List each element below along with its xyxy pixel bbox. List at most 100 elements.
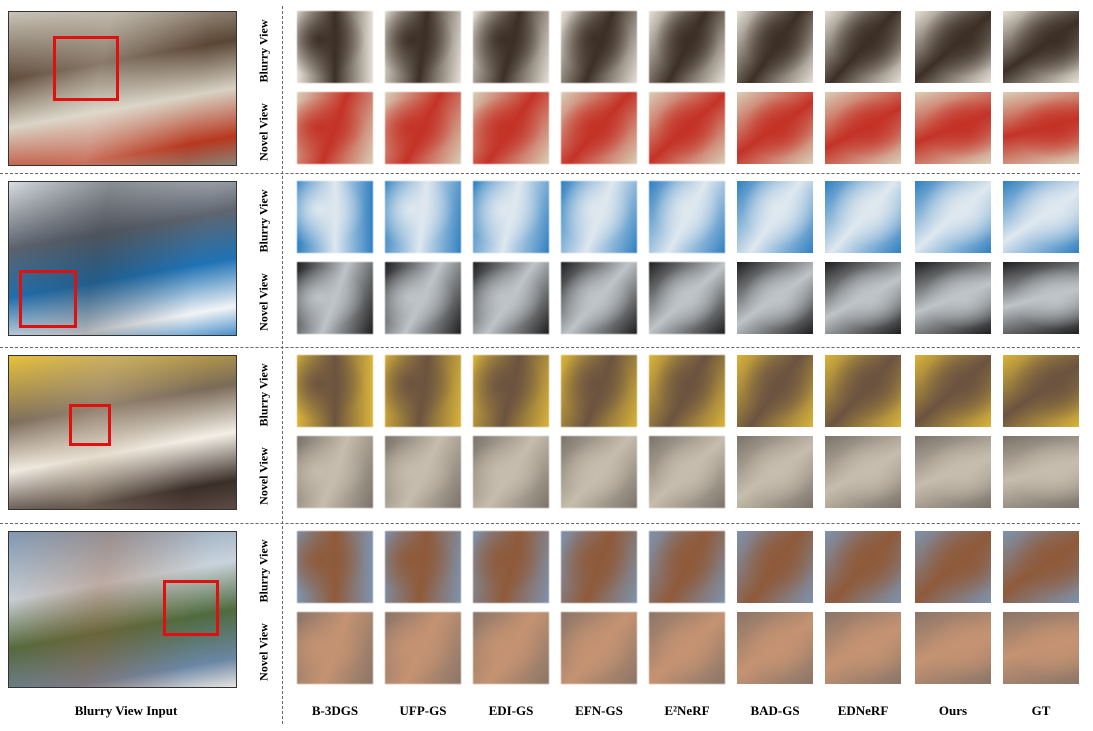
row-label: Blurry View bbox=[254, 531, 274, 611]
method-label: EDNeRF bbox=[837, 703, 889, 718]
scene-separator bbox=[0, 347, 1080, 348]
result-crop bbox=[561, 92, 637, 164]
result-crop bbox=[561, 181, 637, 253]
result-crop bbox=[825, 92, 901, 164]
row-label: Blurry View bbox=[254, 11, 274, 91]
result-crop bbox=[737, 612, 813, 684]
result-crop bbox=[915, 11, 991, 83]
result-crop bbox=[561, 612, 637, 684]
comparison-figure: Blurry View Novel View Blurry View Novel Vi… bbox=[0, 0, 1093, 731]
result-crop bbox=[297, 181, 373, 253]
result-crop bbox=[737, 531, 813, 603]
result-crop bbox=[915, 92, 991, 164]
result-crop bbox=[297, 436, 373, 508]
result-crop bbox=[297, 531, 373, 603]
row-label: Novel View bbox=[254, 436, 274, 516]
scene-separator bbox=[0, 523, 1080, 524]
scene-separator bbox=[0, 173, 1080, 174]
row-label: Novel View bbox=[254, 262, 274, 342]
method-label: B-3DGS bbox=[311, 703, 359, 718]
result-crop bbox=[473, 436, 549, 508]
highlight-box bbox=[163, 580, 219, 636]
result-crop bbox=[649, 181, 725, 253]
result-crop bbox=[561, 262, 637, 334]
result-crop bbox=[297, 612, 373, 684]
result-crop bbox=[1003, 92, 1079, 164]
result-crop bbox=[297, 11, 373, 83]
result-crop bbox=[1003, 531, 1079, 603]
result-crop bbox=[1003, 355, 1079, 427]
result-crop bbox=[473, 262, 549, 334]
result-crop bbox=[915, 262, 991, 334]
result-crop bbox=[385, 11, 461, 83]
row-label-text: Novel View bbox=[256, 273, 271, 331]
method-label: EDI-GS bbox=[488, 703, 534, 718]
result-crop bbox=[297, 355, 373, 427]
result-crop bbox=[649, 262, 725, 334]
row-label-text: Novel View bbox=[256, 623, 271, 681]
result-crop bbox=[649, 531, 725, 603]
result-crop bbox=[737, 11, 813, 83]
blurry-input-image bbox=[8, 355, 237, 510]
result-crop bbox=[825, 181, 901, 253]
result-crop bbox=[825, 355, 901, 427]
result-crop bbox=[473, 531, 549, 603]
result-crop bbox=[385, 436, 461, 508]
result-crop bbox=[825, 436, 901, 508]
method-label: EFN-GS bbox=[575, 703, 623, 718]
row-label-text: Blurry View bbox=[256, 19, 271, 83]
result-crop bbox=[473, 11, 549, 83]
result-crop bbox=[1003, 262, 1079, 334]
result-crop bbox=[915, 531, 991, 603]
result-crop bbox=[385, 92, 461, 164]
blurry-input-image bbox=[8, 11, 237, 166]
result-crop bbox=[297, 262, 373, 334]
result-crop bbox=[473, 355, 549, 427]
result-crop bbox=[825, 531, 901, 603]
result-crop bbox=[649, 612, 725, 684]
result-crop bbox=[1003, 11, 1079, 83]
result-crop bbox=[561, 355, 637, 427]
result-crop bbox=[915, 436, 991, 508]
input-column-label: Blurry View Input bbox=[74, 703, 178, 718]
result-crop bbox=[385, 355, 461, 427]
row-label-text: Novel View bbox=[256, 103, 271, 161]
result-crop bbox=[473, 181, 549, 253]
input-separator bbox=[282, 6, 283, 724]
result-crop bbox=[473, 92, 549, 164]
highlight-box bbox=[53, 36, 119, 101]
result-crop bbox=[385, 531, 461, 603]
row-label: Blurry View bbox=[254, 355, 274, 435]
result-crop bbox=[737, 181, 813, 253]
result-crop bbox=[1003, 436, 1079, 508]
result-crop bbox=[1003, 181, 1079, 253]
result-crop bbox=[561, 11, 637, 83]
result-crop bbox=[1003, 612, 1079, 684]
method-label: E²NeRF bbox=[664, 703, 710, 718]
result-crop bbox=[915, 612, 991, 684]
result-crop bbox=[649, 355, 725, 427]
row-label: Novel View bbox=[254, 92, 274, 172]
result-crop bbox=[561, 531, 637, 603]
result-crop bbox=[297, 92, 373, 164]
result-crop bbox=[385, 262, 461, 334]
blurry-input-image bbox=[8, 181, 237, 336]
result-crop bbox=[737, 436, 813, 508]
result-crop bbox=[825, 11, 901, 83]
result-crop bbox=[649, 436, 725, 508]
row-label-text: Novel View bbox=[256, 447, 271, 505]
result-crop bbox=[737, 262, 813, 334]
row-label-text: Blurry View bbox=[256, 539, 271, 603]
row-label-text: Blurry View bbox=[256, 363, 271, 427]
result-crop bbox=[473, 612, 549, 684]
result-crop bbox=[385, 181, 461, 253]
blurry-input-image bbox=[8, 531, 237, 688]
method-label: BAD-GS bbox=[750, 703, 800, 718]
result-crop bbox=[915, 181, 991, 253]
method-label: Ours bbox=[938, 703, 968, 718]
result-crop bbox=[561, 436, 637, 508]
result-crop bbox=[649, 92, 725, 164]
method-label: GT bbox=[1031, 703, 1051, 718]
row-label: Novel View bbox=[254, 612, 274, 692]
method-label: UFP-GS bbox=[399, 703, 447, 718]
